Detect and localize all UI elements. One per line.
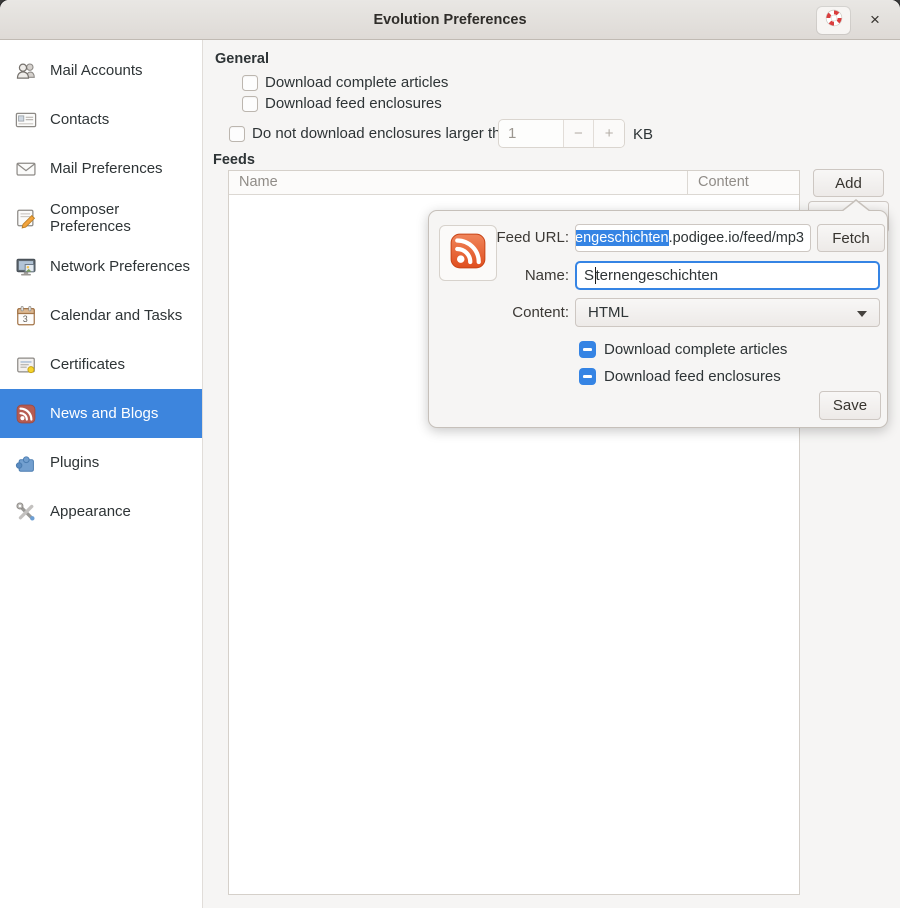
add-button[interactable]: Add	[813, 169, 884, 197]
checkbox-label: Download feed enclosures	[265, 95, 442, 112]
plugins-icon	[15, 452, 37, 474]
sidebar-item-plugins[interactable]: Plugins	[0, 438, 202, 487]
feed-url-input[interactable]: engeschichten.podigee.io/feed/mp3	[575, 224, 811, 252]
lifebuoy-help-icon	[825, 9, 843, 32]
contacts-icon	[15, 109, 37, 131]
fetch-button[interactable]: Fetch	[817, 224, 885, 252]
headerbar: Evolution Preferences ×	[0, 0, 900, 40]
sidebar-item-label: Certificates	[50, 356, 125, 373]
indeterminate-dash-icon	[583, 375, 592, 378]
evolution-preferences-window: Evolution Preferences ×	[0, 0, 900, 908]
sidebar-item-label: News and Blogs	[50, 405, 158, 422]
chevron-down-icon	[857, 311, 867, 317]
sidebar-item-mail-accounts[interactable]: Mail Accounts	[0, 46, 202, 95]
size-limit-checkbox[interactable]	[229, 126, 245, 142]
sidebar-item-label: Plugins	[50, 454, 99, 471]
general-heading: General	[215, 51, 269, 67]
sidebar-item-label: Calendar and Tasks	[50, 307, 182, 324]
appearance-icon	[15, 501, 37, 523]
feed-url-label: Feed URL:	[485, 224, 569, 252]
popover-download-enclosures-row: Download feed enclosures	[579, 368, 781, 385]
network-preferences-icon	[15, 256, 37, 278]
content-dropdown-value: HTML	[588, 304, 629, 321]
download-feed-enclosures-row: Download feed enclosures	[242, 95, 442, 112]
sidebar-item-label: Mail Accounts	[50, 62, 143, 79]
selected-text: engeschichten	[575, 230, 669, 246]
spin-minus-button[interactable]: −	[563, 120, 594, 147]
sidebar-item-network-preferences[interactable]: Network Preferences	[0, 242, 202, 291]
close-icon[interactable]: ×	[859, 6, 891, 34]
name-text-before-caret: S	[584, 267, 594, 284]
sidebar-item-label: Contacts	[50, 111, 109, 128]
checkbox-label: Download complete articles	[604, 341, 787, 358]
download-complete-articles-checkbox-checked[interactable]	[579, 341, 596, 358]
add-feed-popover: Feed URL: engeschichten.podigee.io/feed/…	[428, 210, 888, 428]
rss-icon	[15, 403, 37, 425]
sidebar-item-appearance[interactable]: Appearance	[0, 487, 202, 536]
help-button[interactable]	[817, 7, 850, 34]
save-button[interactable]: Save	[819, 391, 881, 420]
sidebar-item-news-and-blogs[interactable]: News and Blogs	[0, 389, 202, 438]
sidebar-item-mail-preferences[interactable]: Mail Preferences	[0, 144, 202, 193]
download-feed-enclosures-checkbox-checked[interactable]	[579, 368, 596, 385]
spin-plus-button[interactable]: +	[593, 120, 624, 147]
content-label: Content:	[485, 299, 569, 327]
column-header-name[interactable]: Name	[229, 171, 688, 194]
calendar-icon: 3	[15, 305, 37, 327]
sidebar-item-certificates[interactable]: Certificates	[0, 340, 202, 389]
checkbox-label: Download feed enclosures	[604, 368, 781, 385]
download-feed-enclosures-checkbox[interactable]	[242, 96, 258, 112]
content-dropdown[interactable]: HTML	[575, 298, 880, 327]
sidebar-item-contacts[interactable]: Contacts	[0, 95, 202, 144]
mail-accounts-icon	[15, 60, 37, 82]
name-label: Name:	[485, 262, 569, 290]
popover-download-articles-row: Download complete articles	[579, 341, 787, 358]
download-complete-articles-checkbox[interactable]	[242, 75, 258, 91]
rss-feed-icon	[448, 231, 488, 276]
sidebar-item-label: Composer Preferences	[50, 201, 202, 235]
download-complete-articles-row: Download complete articles	[242, 74, 448, 91]
svg-text:3: 3	[23, 313, 28, 323]
indeterminate-dash-icon	[583, 348, 592, 351]
checkbox-label: Download complete articles	[265, 74, 448, 91]
url-rest-text: .podigee.io/feed/mp3	[669, 230, 804, 246]
checkbox-label: Do not download enclosures larger than	[252, 125, 517, 142]
size-limit-value-input[interactable]: 1	[499, 120, 563, 147]
composer-preferences-icon	[15, 207, 37, 229]
feeds-heading: Feeds	[213, 152, 255, 168]
certificates-icon	[15, 354, 37, 376]
sidebar-item-label: Mail Preferences	[50, 160, 163, 177]
feeds-table-header: Name Content	[229, 171, 799, 195]
window-title: Evolution Preferences	[0, 0, 900, 40]
sidebar-item-label: Appearance	[50, 503, 131, 520]
sidebar-item-calendar-and-tasks[interactable]: 3 Calendar and Tasks	[0, 291, 202, 340]
sidebar: Mail Accounts Contacts Mail	[0, 40, 203, 908]
name-text-after-caret: ternengeschichten	[596, 267, 719, 284]
size-unit-label: KB	[633, 126, 653, 143]
mail-preferences-icon	[15, 158, 37, 180]
sidebar-item-composer-preferences[interactable]: Composer Preferences	[0, 193, 202, 242]
size-limit-row: Do not download enclosures larger than	[229, 125, 517, 142]
sidebar-item-label: Network Preferences	[50, 258, 190, 275]
size-limit-spinbutton: 1 − +	[498, 119, 625, 148]
column-header-content[interactable]: Content	[688, 171, 799, 194]
name-input[interactable]: Sternengeschichten	[575, 261, 880, 290]
